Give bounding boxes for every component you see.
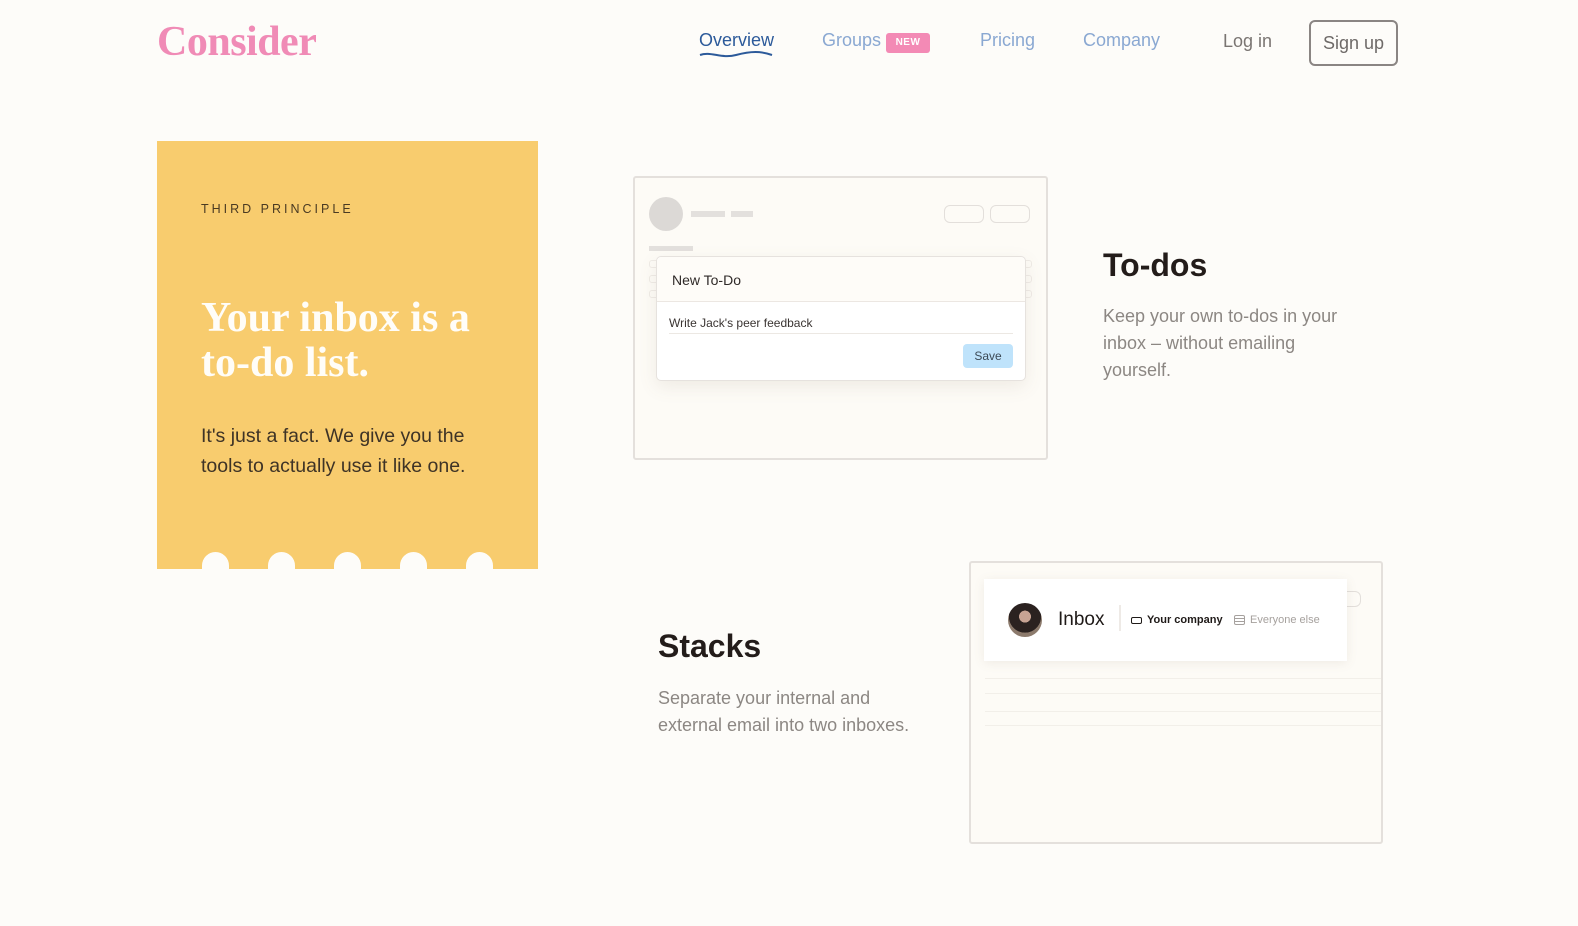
- tab-your-company[interactable]: Your company: [1131, 614, 1223, 626]
- ghost-button: [944, 205, 984, 223]
- tab-everyone-else[interactable]: Everyone else: [1234, 614, 1320, 626]
- modal-title: New To-Do: [657, 257, 1025, 302]
- nav-overview[interactable]: Overview: [699, 30, 774, 51]
- principle-body: It's just a fact. We give you the tools …: [201, 425, 466, 477]
- principle-card: THIRD PRINCIPLE Your inbox is a to-do li…: [157, 141, 538, 569]
- principle-title: Your inbox is a to-do list.: [201, 295, 470, 386]
- scallop-decoration: [268, 552, 295, 569]
- todo-input[interactable]: [669, 312, 1013, 334]
- active-underline-squiggle: [699, 51, 773, 58]
- signup-button[interactable]: Sign up: [1309, 20, 1398, 66]
- ghost-bar: [649, 246, 693, 251]
- scallop-decoration: [400, 552, 427, 569]
- tab-label: Everyone else: [1250, 614, 1320, 626]
- scallop-decoration: [334, 552, 361, 569]
- new-badge: NEW: [886, 33, 930, 53]
- todo-illustration: New To-Do Save: [633, 176, 1048, 460]
- login-link[interactable]: Log in: [1223, 31, 1272, 52]
- todos-description: Keep your own to-dos in your inbox – wit…: [1103, 306, 1338, 380]
- tray-icon: [1131, 616, 1142, 624]
- new-todo-modal: New To-Do Save: [656, 256, 1026, 381]
- scallop-decoration: [202, 552, 229, 569]
- stacks-illustration: Inbox Your company Everyone else: [969, 561, 1383, 844]
- nav-company[interactable]: Company: [1083, 30, 1160, 51]
- ghost-row: [985, 678, 1381, 679]
- ghost-avatar: [649, 197, 683, 231]
- save-button[interactable]: Save: [963, 344, 1013, 368]
- ghost-bar: [691, 211, 725, 217]
- stacks-description: Separate your internal and external emai…: [658, 688, 910, 735]
- list-icon: [1234, 615, 1245, 626]
- inbox-header-card: Inbox Your company Everyone else: [984, 579, 1347, 661]
- todos-title: To-dos: [1103, 247, 1208, 283]
- ghost-row: [985, 725, 1381, 726]
- avatar: [1008, 603, 1042, 637]
- principle-eyebrow: THIRD PRINCIPLE: [201, 202, 354, 216]
- divider: [1119, 605, 1121, 631]
- stacks-title: Stacks: [658, 628, 762, 664]
- ghost-button: [990, 205, 1030, 223]
- ghost-row: [985, 711, 1381, 712]
- tab-label: Your company: [1147, 614, 1223, 626]
- nav-pricing[interactable]: Pricing: [980, 30, 1035, 51]
- ghost-bar: [731, 211, 753, 217]
- scallop-decoration: [466, 552, 493, 569]
- ghost-row: [985, 693, 1381, 694]
- nav-groups[interactable]: Groups: [822, 30, 881, 51]
- inbox-label: Inbox: [1058, 609, 1105, 630]
